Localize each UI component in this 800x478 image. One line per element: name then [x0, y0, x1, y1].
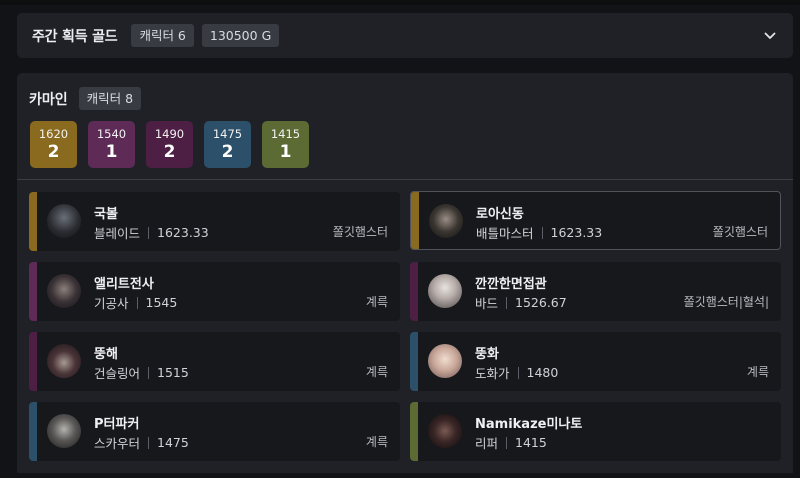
item-level-count: 1: [279, 141, 292, 162]
character-card[interactable]: P터파커 스카우터 1475 계륵: [29, 402, 400, 461]
level-color-bar: [410, 402, 418, 461]
section-divider: [17, 179, 793, 180]
character-item-level: 1623.33: [550, 225, 603, 240]
character-name: 뚱해: [94, 347, 118, 362]
guild-name: 계륵: [746, 365, 769, 379]
item-level-count: 2: [47, 141, 60, 162]
character-class: 바드: [475, 296, 499, 311]
character-info: 도화가 1480: [475, 363, 558, 382]
item-level-count: 1: [105, 141, 118, 162]
collapse-toggle-button[interactable]: [760, 26, 780, 46]
separator: [506, 436, 508, 449]
chevron-down-icon: [764, 32, 776, 39]
guild-name: 계륵: [365, 435, 388, 449]
item-level-badge[interactable]: 1415 1: [262, 121, 309, 168]
item-level-count: 2: [163, 141, 176, 162]
roster-header: 카마인 캐릭터 8: [29, 87, 149, 110]
item-level-badge[interactable]: 1475 2: [204, 121, 251, 168]
item-level-value: 1620: [38, 126, 69, 141]
separator: [136, 296, 138, 309]
separator: [148, 226, 150, 239]
character-class: 건슬링어: [94, 366, 141, 381]
character-name: P터파커: [94, 417, 140, 432]
item-level-value: 1475: [212, 126, 243, 141]
character-item-level: 1415: [515, 435, 547, 450]
character-name: 깐깐한면접관: [475, 277, 547, 292]
character-info: 기공사 1545: [94, 293, 177, 312]
roster-panel: 카마인 캐릭터 8 1620 2 1540 1 1490 2 1475 2 14…: [17, 73, 793, 473]
character-info: 바드 1526.67: [475, 293, 567, 312]
level-color-bar: [410, 332, 418, 391]
character-info: 배틀마스터 1623.33: [476, 223, 602, 242]
separator: [506, 296, 508, 309]
character-class: 블레이드: [94, 226, 141, 241]
character-class: 배틀마스터: [476, 226, 534, 241]
item-level-value: 1490: [154, 126, 185, 141]
character-card[interactable]: 앨리트전사 기공사 1545 계륵: [29, 262, 400, 321]
server-name: 카마인: [29, 91, 68, 108]
character-info: 블레이드 1623.33: [94, 223, 209, 242]
character-item-level: 1545: [145, 295, 178, 310]
separator: [541, 226, 543, 239]
character-count-chip: 캐릭터 6: [131, 24, 194, 47]
character-card[interactable]: 국볼 블레이드 1623.33 쫄깃햄스터: [29, 192, 400, 251]
weekly-gold-panel[interactable]: 주간 획득 골드 캐릭터 6 130500 G: [17, 13, 793, 58]
character-item-level: 1475: [157, 435, 189, 450]
item-level-badge[interactable]: 1540 1: [88, 121, 135, 168]
character-class: 도화가: [475, 366, 510, 381]
level-color-bar: [29, 332, 37, 391]
item-level-value: 1540: [96, 126, 127, 141]
guild-name: 계륵: [365, 295, 388, 309]
character-item-level: 1526.67: [515, 295, 567, 310]
top-divider: [0, 0, 800, 5]
character-name: 앨리트전사: [94, 277, 154, 292]
weekly-gold-title: 주간 획득 골드: [32, 28, 118, 45]
character-item-level: 1515: [157, 365, 189, 380]
character-card[interactable]: 로아신동 배틀마스터 1623.33 쫄깃햄스터: [410, 191, 781, 250]
separator: [517, 366, 519, 379]
character-name: 국볼: [94, 207, 118, 222]
separator: [148, 366, 150, 379]
avatar: [428, 274, 462, 308]
character-name: 뚱화: [475, 347, 499, 362]
level-color-bar: [411, 192, 419, 249]
guild-name: 쫄깃햄스터|혈석|: [683, 295, 769, 309]
guild-name: 계륵: [365, 365, 388, 379]
character-name: 로아신동: [476, 207, 524, 222]
character-name: Namikaze미나토: [475, 417, 583, 432]
level-color-bar: [29, 262, 37, 321]
level-color-bar: [29, 402, 37, 461]
character-info: 스카우터 1475: [94, 433, 189, 452]
character-card[interactable]: 뚱해 건슬링어 1515 계륵: [29, 332, 400, 391]
avatar: [428, 344, 462, 378]
item-level-value: 1415: [270, 126, 301, 141]
character-class: 기공사: [94, 296, 129, 311]
item-level-badge[interactable]: 1490 2: [146, 121, 193, 168]
avatar: [428, 414, 462, 448]
avatar: [429, 204, 463, 238]
character-class: 스카우터: [94, 436, 141, 451]
character-card[interactable]: Namikaze미나토 리퍼 1415: [410, 402, 781, 461]
roster-character-count-chip: 캐릭터 8: [78, 87, 142, 110]
avatar: [47, 344, 81, 378]
item-level-summary: 1620 2 1540 1 1490 2 1475 2 1415 1: [30, 121, 320, 168]
item-level-count: 2: [221, 141, 234, 162]
level-color-bar: [410, 262, 418, 321]
separator: [148, 436, 150, 449]
character-info: 건슬링어 1515: [94, 363, 189, 382]
item-level-badge[interactable]: 1620 2: [30, 121, 77, 168]
avatar: [47, 204, 81, 238]
character-item-level: 1623.33: [157, 225, 209, 240]
character-card[interactable]: 뚱화 도화가 1480 계륵: [410, 332, 781, 391]
character-card[interactable]: 깐깐한면접관 바드 1526.67 쫄깃햄스터|혈석|: [410, 262, 781, 321]
gold-total-chip: 130500 G: [201, 24, 280, 47]
level-color-bar: [29, 192, 37, 251]
avatar: [47, 414, 81, 448]
character-class: 리퍼: [475, 436, 499, 451]
guild-name: 쫄깃햄스터: [712, 225, 768, 239]
avatar: [47, 274, 81, 308]
character-info: 리퍼 1415: [475, 433, 547, 452]
guild-name: 쫄깃햄스터: [332, 225, 388, 239]
character-item-level: 1480: [526, 365, 559, 380]
